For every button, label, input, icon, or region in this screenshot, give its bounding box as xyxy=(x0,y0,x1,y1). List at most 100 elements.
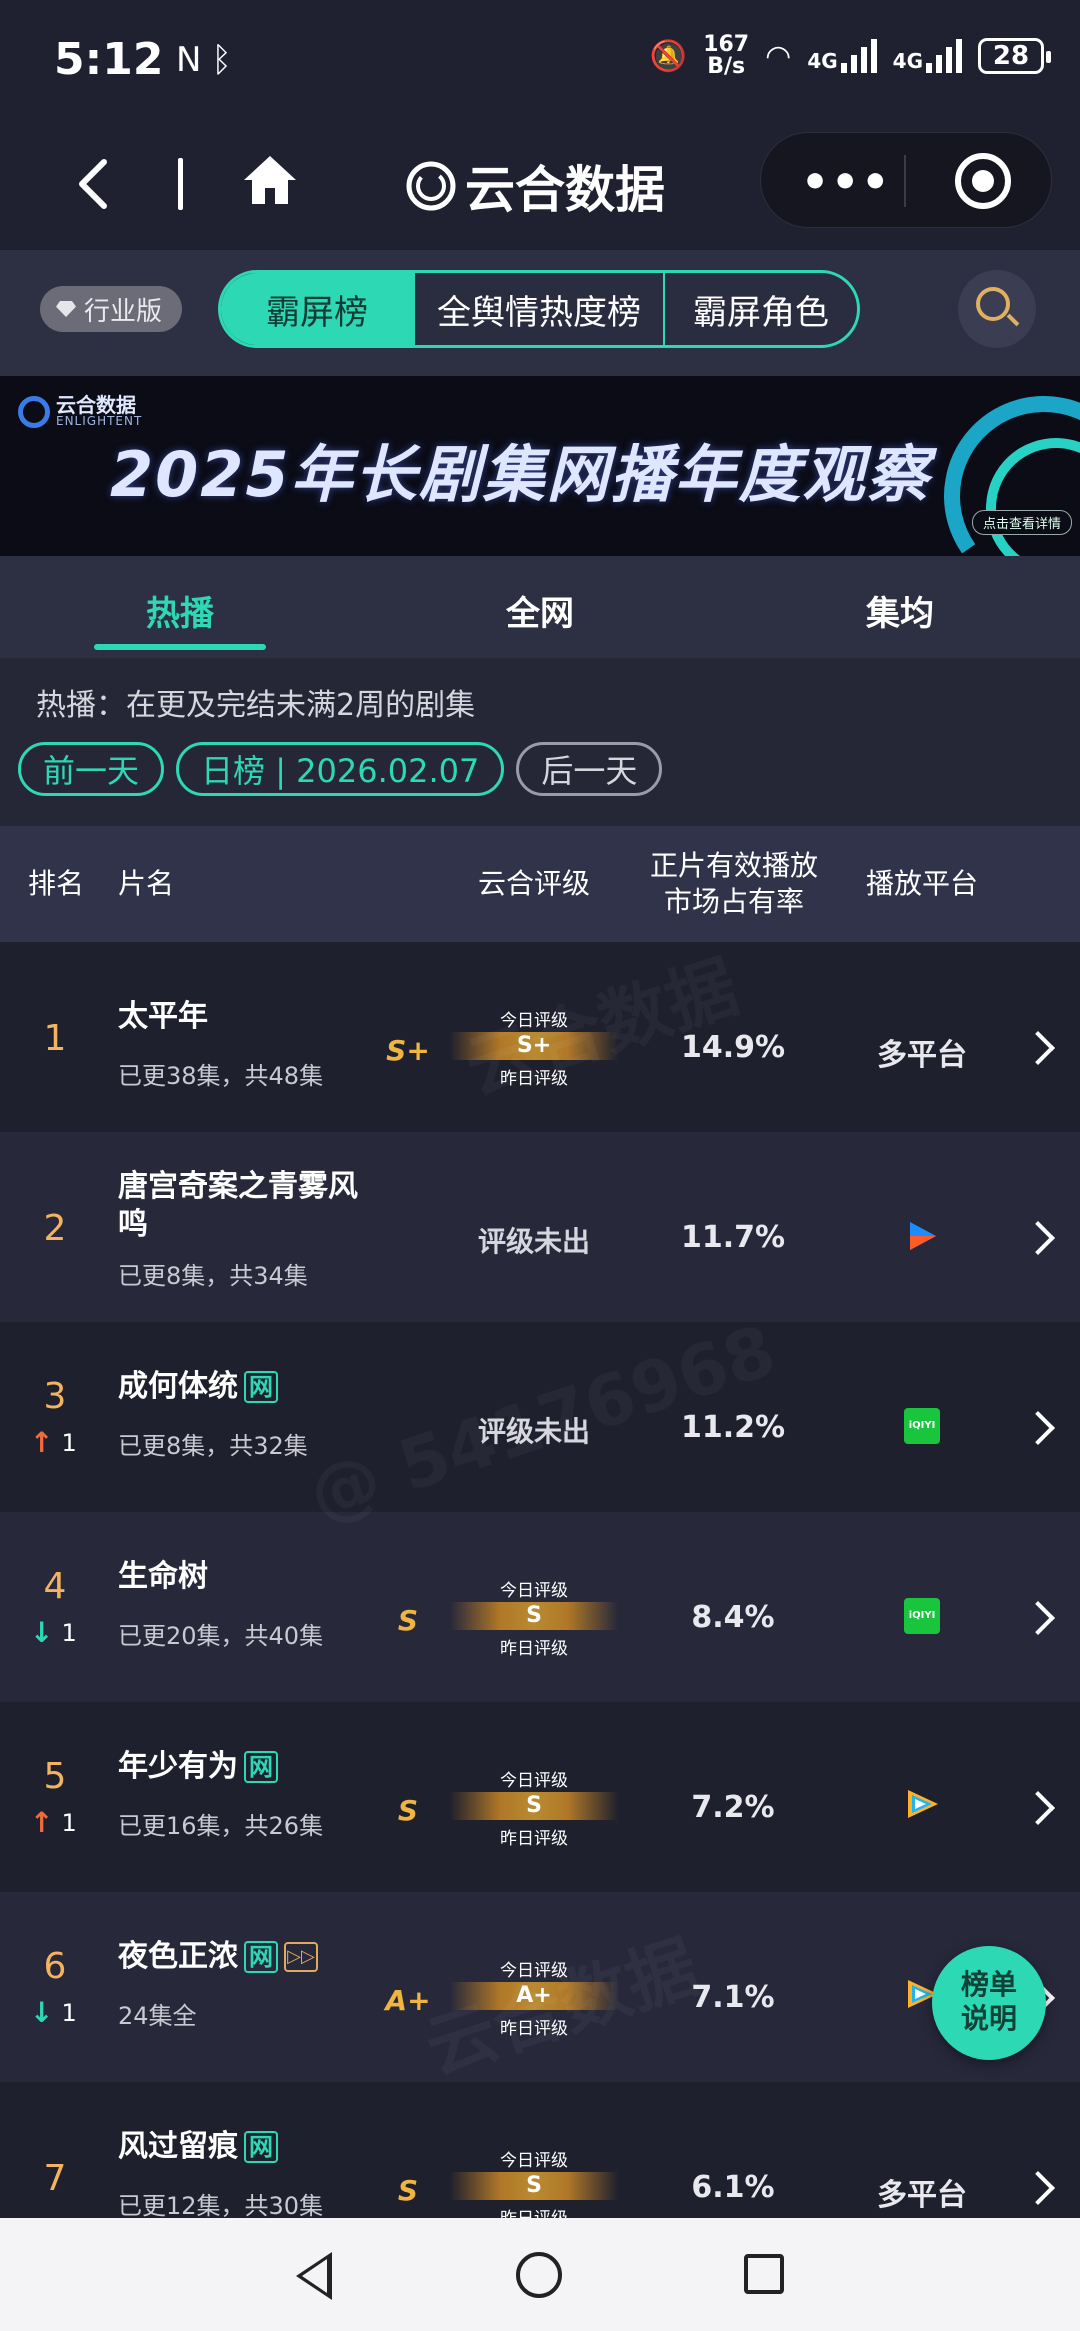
ranking-table: 1 太平年 已更38集，共48集 S+ 今日评级 S+ 昨日评级 14.9% 多… xyxy=(0,942,1080,2222)
show-title: 唐宫奇案之青雾风鸣 xyxy=(118,1169,358,1242)
tab-sentiment-ranking[interactable]: 全舆情热度榜 xyxy=(415,273,665,345)
header-grade: 云合评级 xyxy=(477,867,590,900)
header-title: 片名 xyxy=(118,867,175,900)
table-row[interactable]: 3 ↑ 1 成何体统网 已更8集，共32集 评级未出 11.2% iQIYI xyxy=(0,1322,1080,1512)
signal-2: 4G xyxy=(893,39,962,73)
table-row[interactable]: 5 ↑ 1 年少有为网 已更16集，共26集 S 今日评级 S 昨日评级 7.2% xyxy=(0,1702,1080,1892)
show-title: 夜色正浓网 ▷▷ xyxy=(118,1938,368,1976)
show-title: 成何体统网 xyxy=(118,1368,368,1406)
chevron-right-icon[interactable] xyxy=(1021,1791,1055,1825)
rank-number: 3 xyxy=(43,1376,67,1417)
ranking-explanation-button[interactable]: 榜单 说明 xyxy=(932,1946,1046,2060)
nav-divider xyxy=(178,158,183,210)
episode-count: 已更12集，共30集 xyxy=(118,2192,324,2220)
rank-change: ↑ 1 xyxy=(30,1426,77,1459)
web-series-tag: 网 xyxy=(244,1941,278,1973)
chevron-right-icon[interactable] xyxy=(1021,1031,1055,1065)
grade-label: S+ xyxy=(386,1034,430,1067)
date-navigation: 前一天 日榜 | 2026.02.07 后一天 xyxy=(18,742,663,796)
date-picker[interactable]: 日榜 | 2026.02.07 xyxy=(176,742,505,796)
rank-change: ↓ 1 xyxy=(30,1616,77,1649)
banner-detail-link[interactable]: 点击查看详情 xyxy=(972,510,1073,535)
arrow-down-icon: ↓ xyxy=(30,1616,54,1649)
chevron-right-icon[interactable] xyxy=(1021,1411,1055,1445)
chevron-right-icon[interactable] xyxy=(1021,1221,1055,1255)
web-series-tag: 网 xyxy=(244,1751,278,1783)
show-title: 风过留痕网 xyxy=(118,2128,368,2166)
table-row[interactable]: 7 风过留痕网 已更12集，共30集 S 今日评级 S 昨日评级 6.1% 多平… xyxy=(0,2082,1080,2222)
promo-banner[interactable]: 云合数据 ENLIGHTENT 2025年长剧集网播年度观察 点击查看详情 xyxy=(0,376,1080,556)
table-row[interactable]: 2 唐宫奇案之青雾风鸣 已更8集，共34集 评级未出 11.7% xyxy=(0,1132,1080,1322)
tab-all-network[interactable]: 全网 xyxy=(440,586,640,635)
episode-count: 已更8集，共34集 xyxy=(118,1262,308,1290)
table-row[interactable]: 1 太平年 已更38集，共48集 S+ 今日评级 S+ 昨日评级 14.9% 多… xyxy=(0,942,1080,1132)
grade-label: S xyxy=(397,1604,419,1637)
fast-forward-icon: ▷▷ xyxy=(284,1942,318,1972)
table-row[interactable]: 4 ↓ 1 生命树 已更20集，共40集 S 今日评级 S 昨日评级 8.4% i… xyxy=(0,1512,1080,1702)
close-miniprogram-icon[interactable] xyxy=(955,153,1011,209)
signal-bars-icon xyxy=(840,39,877,73)
rank-number: 2 xyxy=(43,1208,67,1249)
sub-tab-bar: 热播 全网 集均 xyxy=(0,556,1080,658)
platform-label: 多平台 xyxy=(877,2178,967,2213)
tab-hot[interactable]: 热播 xyxy=(80,586,280,635)
market-share: 7.1% xyxy=(691,1980,775,2015)
banner-title: 2025年长剧集网播年度观察 xyxy=(110,438,931,511)
system-home-icon[interactable] xyxy=(516,2252,562,2298)
prev-day-button[interactable]: 前一天 xyxy=(18,742,165,796)
header-platform: 播放平台 xyxy=(865,867,978,900)
grade-indicator: 今日评级 S+ 昨日评级 xyxy=(450,1006,618,1089)
arrow-down-icon: ↓ xyxy=(30,1996,54,2029)
back-arrow-icon[interactable] xyxy=(68,156,124,212)
logo-ring-icon xyxy=(18,396,50,428)
episode-count: 已更20集，共40集 xyxy=(118,1622,324,1650)
rank-change: ↑ 1 xyxy=(30,1806,77,1839)
rank-number: 7 xyxy=(43,2158,67,2199)
grade-pending: 评级未出 xyxy=(477,1415,590,1448)
episode-count: 已更38集，共48集 xyxy=(118,1062,324,1090)
arrow-up-icon: ↑ xyxy=(30,1806,54,1839)
bluetooth-icon: ᛒ xyxy=(211,40,232,80)
tab-per-episode[interactable]: 集均 xyxy=(800,586,1000,635)
table-row[interactable]: 6 ↓ 1 夜色正浓网 ▷▷ 24集全 A+ 今日评级 A+ 昨日评级 7.1% xyxy=(0,1892,1080,2082)
next-day-button[interactable]: 后一天 xyxy=(516,742,663,796)
ranking-description: 热播：在更及完结未满2周的剧集 xyxy=(36,688,476,723)
edition-badge[interactable]: 行业版 xyxy=(40,286,183,332)
grade-label: S xyxy=(397,1794,419,1827)
rank-number: 4 xyxy=(43,1566,67,1607)
wifi-icon: ◠ xyxy=(765,38,792,74)
show-title: 生命树 xyxy=(118,1559,208,1594)
youku-icon xyxy=(910,1222,936,1250)
rank-number: 1 xyxy=(43,1018,67,1059)
system-navigation-bar xyxy=(0,2218,1080,2331)
market-share: 14.9% xyxy=(680,1030,786,1065)
status-time: 5:12 xyxy=(54,34,164,85)
search-button[interactable] xyxy=(958,270,1036,348)
web-series-tag: 网 xyxy=(244,1371,278,1403)
tab-dominance-ranking[interactable]: 霸屏榜 xyxy=(221,273,415,345)
tab-character-ranking[interactable]: 霸屏角色 xyxy=(665,273,857,345)
more-icon[interactable]: ••• xyxy=(801,157,891,208)
search-icon xyxy=(976,287,1010,321)
header-rank: 排名 xyxy=(27,867,84,900)
market-share: 6.1% xyxy=(691,2170,775,2205)
network-speed: 167 B/s xyxy=(703,32,750,79)
ranking-segmented-control: 霸屏榜 全舆情热度榜 霸屏角色 xyxy=(218,270,860,348)
top-tab-bar: 行业版 霸屏榜 全舆情热度榜 霸屏角色 xyxy=(0,250,1080,376)
system-recents-icon[interactable] xyxy=(744,2254,784,2294)
signal-bars-icon xyxy=(926,39,962,73)
enlightent-logo-icon xyxy=(406,161,456,211)
chevron-right-icon[interactable] xyxy=(1021,1601,1055,1635)
home-icon[interactable] xyxy=(240,150,300,210)
system-back-icon[interactable] xyxy=(296,2252,332,2300)
tencent-video-icon xyxy=(908,1790,938,1818)
platform-label: 多平台 xyxy=(877,1038,967,1073)
chevron-right-icon[interactable] xyxy=(1021,2171,1055,2205)
battery-indicator: 28 xyxy=(978,38,1051,74)
nav-bar: 云合数据 ••• xyxy=(0,120,1080,250)
show-title: 年少有为网 xyxy=(118,1748,368,1786)
iqiyi-icon: iQIYI xyxy=(904,1598,940,1634)
grade-indicator: 今日评级 S 昨日评级 xyxy=(450,1576,618,1659)
episode-count: 24集全 xyxy=(118,2002,197,2030)
web-series-tag: 网 xyxy=(244,2131,278,2163)
